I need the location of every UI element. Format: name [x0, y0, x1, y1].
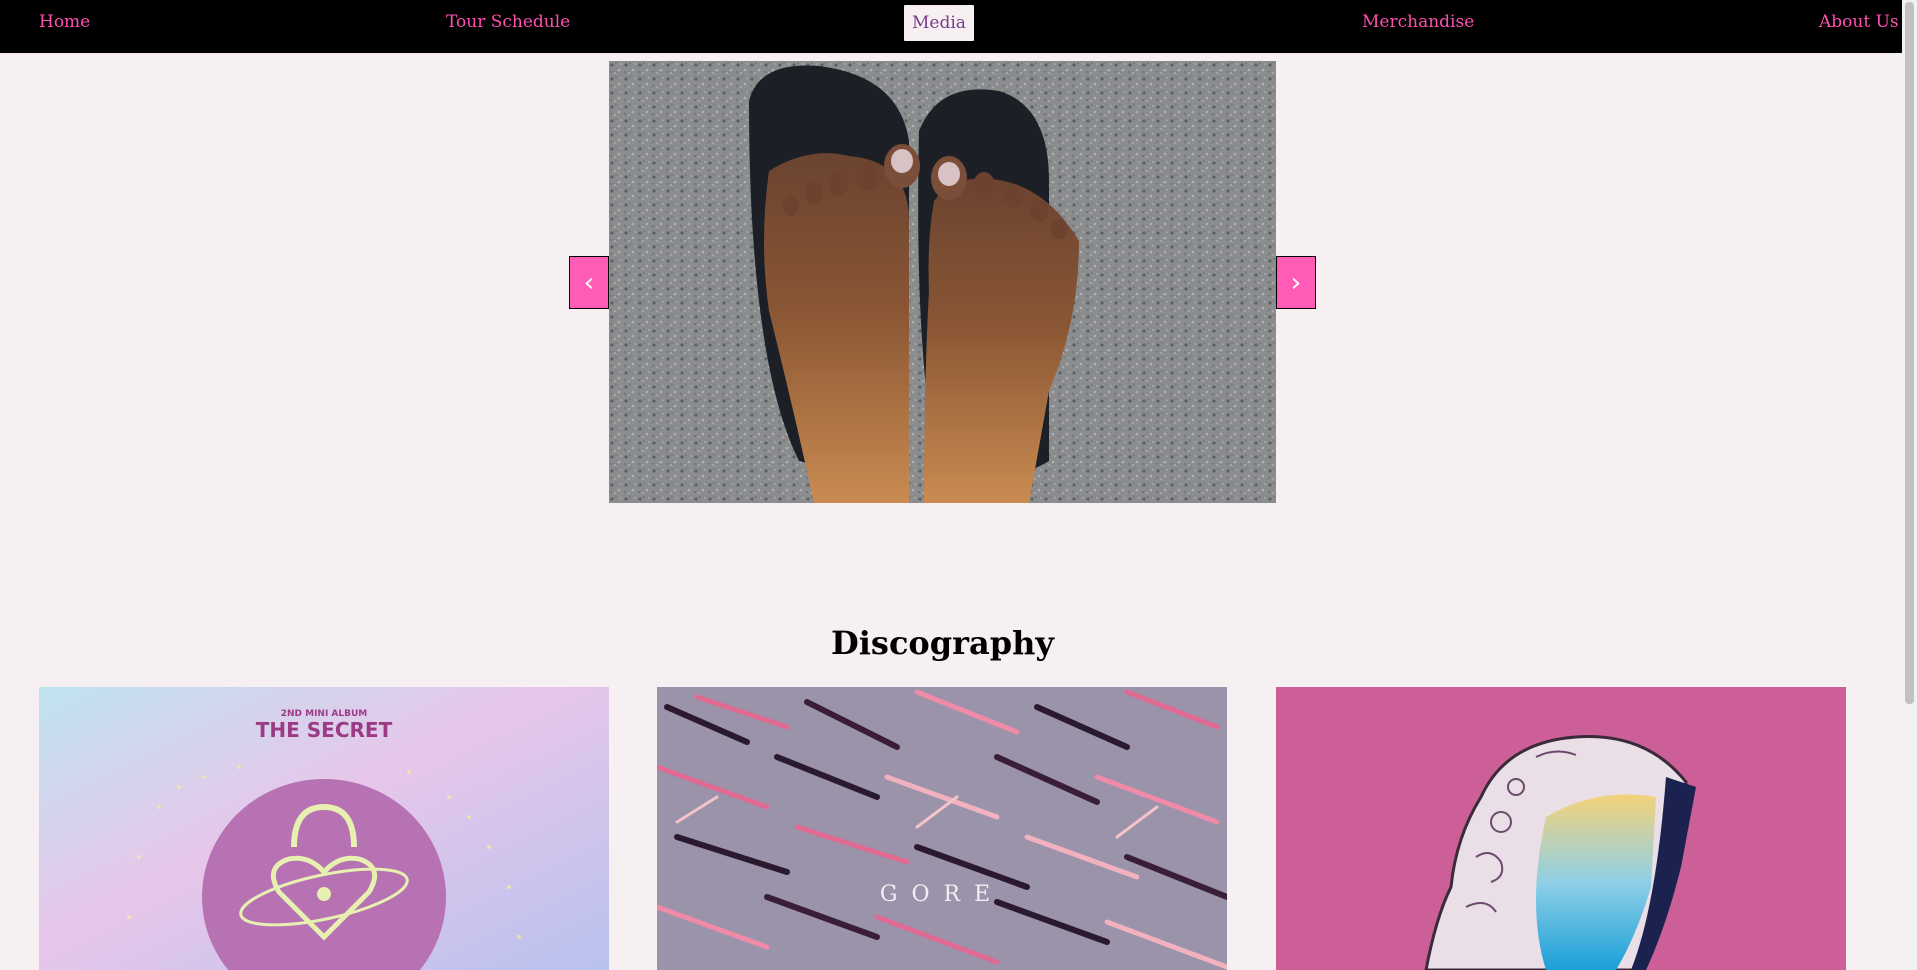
album-cover-the-secret[interactable]: 2ND MINI ALBUM THE SECRET [39, 687, 609, 970]
album-cover-3[interactable] [1276, 687, 1846, 970]
carousel-prev-button[interactable]: ‹ [569, 256, 609, 309]
discography-heading: Discography [831, 624, 1054, 662]
album-art-the-secret: 2ND MINI ALBUM THE SECRET [39, 687, 609, 970]
album-2-title: GORE [880, 882, 1004, 907]
nav-merchandise-link[interactable]: Merchandise [1362, 12, 1474, 32]
album-art-3 [1276, 687, 1846, 970]
nav-media-link[interactable]: Media [904, 5, 974, 41]
page-scrollbar[interactable] [1902, 0, 1917, 970]
media-carousel-image [609, 61, 1276, 503]
nav-about-us-link[interactable]: About Us [1819, 12, 1899, 32]
top-nav: Home Tour Schedule Media Merchandise Abo… [0, 0, 1902, 53]
album-art-gore: GORE [657, 687, 1227, 970]
album-cover-gore[interactable]: GORE [657, 687, 1227, 970]
nav-home-link[interactable]: Home [39, 12, 90, 32]
scrollbar-thumb[interactable] [1905, 2, 1914, 704]
feet-on-asphalt-photo [609, 61, 1276, 503]
carousel-next-button[interactable]: › [1276, 256, 1316, 309]
album-1-title: THE SECRET [256, 718, 393, 742]
nav-tour-schedule-link[interactable]: Tour Schedule [446, 12, 570, 32]
